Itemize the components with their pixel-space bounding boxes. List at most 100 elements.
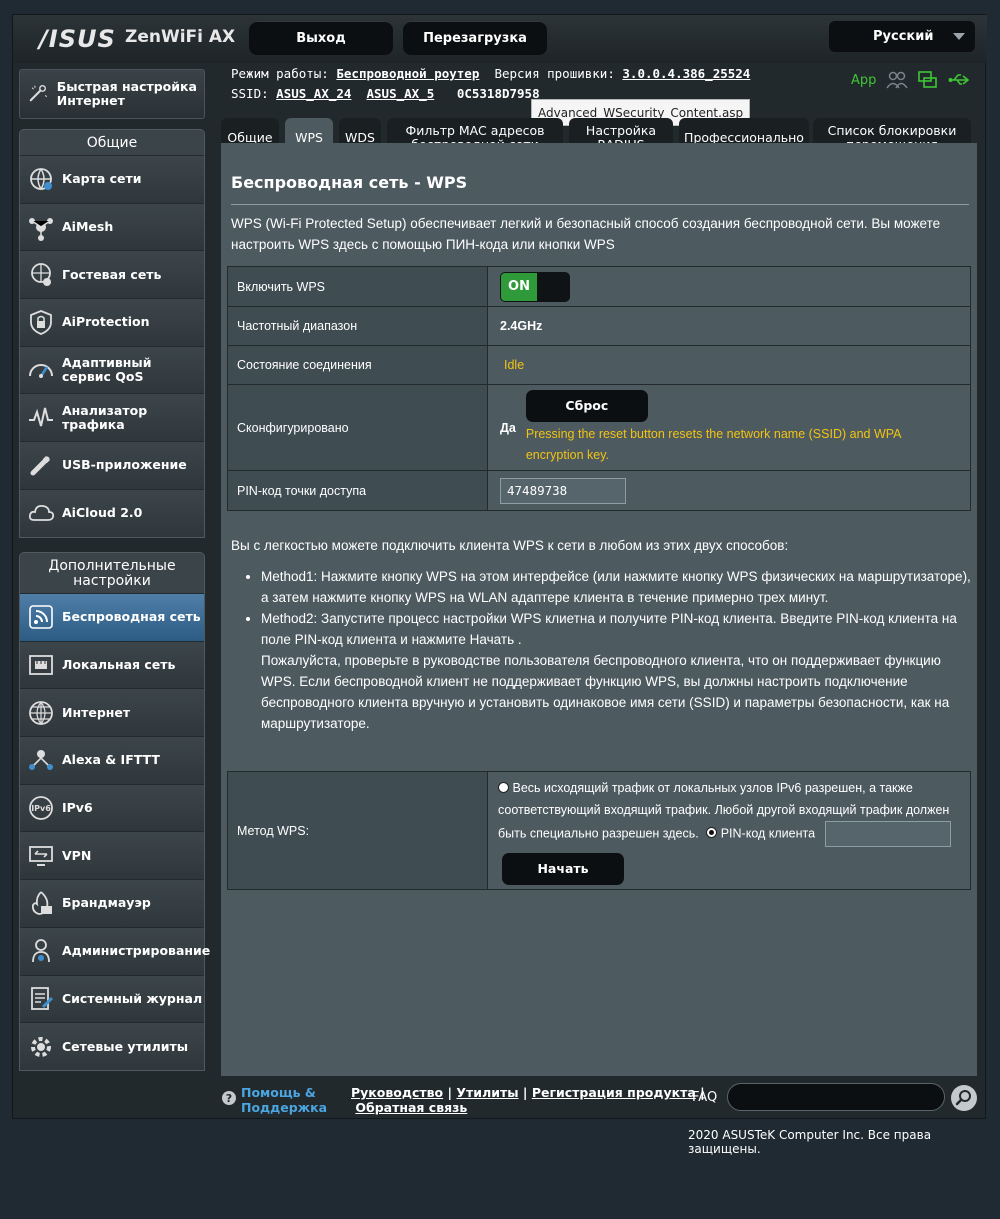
quick-internet-setup[interactable]: Быстрая настройка Интернет <box>19 69 205 119</box>
admin-gear-icon <box>32 939 50 963</box>
reboot-button[interactable]: Перезагрузка <box>403 21 547 55</box>
connection-status-label: Состояние соединения <box>227 345 488 385</box>
configured-label: Сконфигурировано <box>227 384 488 471</box>
help-icon: ? <box>222 1091 236 1105</box>
logout-button[interactable]: Выход <box>249 21 393 55</box>
method2-note: Пожалуйста, проверьте в руководстве поль… <box>261 653 950 731</box>
svg-text:IPv6: IPv6 <box>31 804 51 813</box>
alexa-icon <box>29 750 53 771</box>
firewall-icon <box>31 891 52 916</box>
mode-link[interactable]: Беспроводной роутер <box>336 66 479 81</box>
register-link[interactable]: Регистрация продукта <box>532 1085 696 1100</box>
lan-icon <box>29 655 53 675</box>
instructions: Вы с легкостью можете подключить клиента… <box>231 535 971 734</box>
clients-icon[interactable] <box>886 71 909 89</box>
method2-text: Method2: Запустите процесс настройки WPS… <box>261 611 957 647</box>
method1-text: Method1: Нажмите кнопку WPS на этом инте… <box>261 566 971 608</box>
manual-link[interactable]: Руководство <box>351 1085 443 1100</box>
usb-status-icon[interactable] <box>948 72 970 88</box>
sidebar-general-item-1[interactable]: AiMesh <box>20 202 204 251</box>
sidebar-advanced-item-label: VPN <box>62 847 92 863</box>
reset-button[interactable]: Сброс <box>525 389 648 422</box>
product-name: ZenWiFi AX <box>125 27 236 47</box>
sidebar-advanced-item-9[interactable]: Сетевые утилиты <box>20 1022 204 1070</box>
sidebar-general-item-3[interactable]: AiProtection <box>20 298 204 346</box>
shield-lock-icon <box>30 310 52 336</box>
band-label: Частотный диапазон <box>227 306 488 346</box>
sidebar-advanced-item-label: Брандмауэр <box>62 895 151 911</box>
footer-links: Руководство | Утилиты | Регистрация прод… <box>351 1085 705 1115</box>
general-menu-title: Общие <box>86 135 138 151</box>
wireless-icon <box>29 605 53 630</box>
sidebar-general-item-5[interactable]: Анализатор трафика <box>20 393 204 442</box>
band-value: 2.4GHz <box>487 306 971 346</box>
sidebar-advanced-item-label: Локальная сеть <box>62 657 176 673</box>
sidebar-general-item-label: Гостевая сеть <box>62 266 162 282</box>
internet-globe-icon <box>29 700 53 725</box>
sidebar-general-item-label: AiCloud 2.0 <box>62 505 143 521</box>
traffic-analyzer-icon <box>29 407 53 427</box>
client-pin-field[interactable] <box>824 820 951 847</box>
ap-pin-label: PIN-код точки доступа <box>227 470 488 511</box>
sidebar-advanced-item-label: Беспроводная сеть <box>62 609 201 625</box>
sidebar-advanced-item-8[interactable]: Системный журнал <box>20 974 204 1023</box>
ssid-24-link[interactable]: ASUS_AX_24 <box>276 86 351 101</box>
sidebar-advanced-item-2[interactable]: Интернет <box>20 688 204 737</box>
language-select[interactable]: Русский <box>829 21 975 52</box>
sidebar-advanced-item-1[interactable]: Локальная сеть <box>20 640 204 689</box>
sidebar-advanced-item-6[interactable]: Брандмауэр <box>20 879 204 927</box>
ap-pin-field[interactable]: 47489738 <box>500 477 626 504</box>
configured-value: Да <box>500 420 516 435</box>
aimesh-icon <box>29 218 53 242</box>
sidebar-general-item-4[interactable]: Адаптивный сервис QoS <box>20 345 204 394</box>
sidebar-advanced-item-5[interactable]: VPN <box>20 831 204 880</box>
radio-all-traffic[interactable] <box>498 781 509 793</box>
radio-client-pin[interactable] <box>706 826 718 838</box>
app-link[interactable]: App <box>851 73 876 88</box>
wps-settings-table: Включить WPS ON Частотный диапазон 2.4GH… <box>227 266 971 511</box>
title-divider <box>231 204 969 205</box>
faq-label: FAQ <box>692 1090 718 1105</box>
sidebar-advanced-item-4[interactable]: IPv6 IPv6 <box>20 783 204 832</box>
usb-icon <box>30 456 50 476</box>
copyright: 2020 ASUSTeK Computer Inc. Все права защ… <box>688 1128 932 1156</box>
enable-wps-toggle[interactable]: ON <box>500 271 570 302</box>
cloud-icon <box>28 505 55 522</box>
router-admin-window: /ISUS ZenWiFi AX Выход Перезагрузка Русс… <box>12 14 987 1119</box>
quick-setup-label: Быстрая настройка Интернет <box>56 79 197 108</box>
start-button[interactable]: Начать <box>502 852 624 885</box>
faq-search-button[interactable] <box>951 1085 977 1111</box>
language-value: Русский <box>873 29 934 44</box>
sidebar-general-item-label: AiProtection <box>62 314 150 330</box>
feedback-link[interactable]: Обратная связь <box>355 1100 467 1115</box>
faq-search-input[interactable] <box>727 1083 945 1111</box>
advanced-menu-title: Дополнительные настройки <box>48 558 176 589</box>
network-status-icon[interactable] <box>918 71 938 89</box>
sidebar-advanced-item-label: Системный журнал <box>62 990 203 1006</box>
sidebar-general-item-7[interactable]: AiCloud 2.0 <box>20 488 204 537</box>
search-icon <box>955 1090 971 1106</box>
ssid-5-link[interactable]: ASUS_AX_5 <box>367 86 435 101</box>
guest-network-icon <box>31 262 51 286</box>
mode-label: Режим работы: <box>231 66 329 81</box>
sidebar-general-item-label: USB-приложение <box>62 457 187 473</box>
utilities-link[interactable]: Утилиты <box>456 1085 518 1100</box>
sidebar-advanced-item-7[interactable]: Администрирование <box>20 926 210 975</box>
svg-text:?: ? <box>226 1092 232 1105</box>
help-support-link[interactable]: Помощь & Поддержка <box>241 1085 327 1115</box>
quick-setup-wand-icon <box>29 85 48 102</box>
firmware-label: Версия прошивки: <box>494 66 615 81</box>
system-log-icon <box>31 986 54 1010</box>
sidebar-advanced-item-0[interactable]: Беспроводная сеть <box>20 593 204 641</box>
firmware-link[interactable]: 3.0.0.4.386_25524 <box>622 66 750 81</box>
advanced-menu: Дополнительные настройки Беспроводная се… <box>19 552 210 1071</box>
sidebar-general-item-6[interactable]: USB-приложение <box>20 441 204 489</box>
sidebar-advanced-item-3[interactable]: Alexa & IFTTT <box>20 736 204 784</box>
sidebar-general-item-2[interactable]: Гостевая сеть <box>20 250 204 299</box>
instructions-intro: Вы с легкостью можете подключить клиента… <box>231 538 789 553</box>
connection-status-value: Idle <box>504 358 525 372</box>
sidebar-general-item-label: Анализатор трафика <box>62 402 148 432</box>
radio-client-pin-label: PIN-код клиента <box>720 825 816 840</box>
sidebar-general-item-0[interactable]: Карта сети <box>20 155 204 203</box>
asus-logo: /ISUS <box>39 25 116 53</box>
